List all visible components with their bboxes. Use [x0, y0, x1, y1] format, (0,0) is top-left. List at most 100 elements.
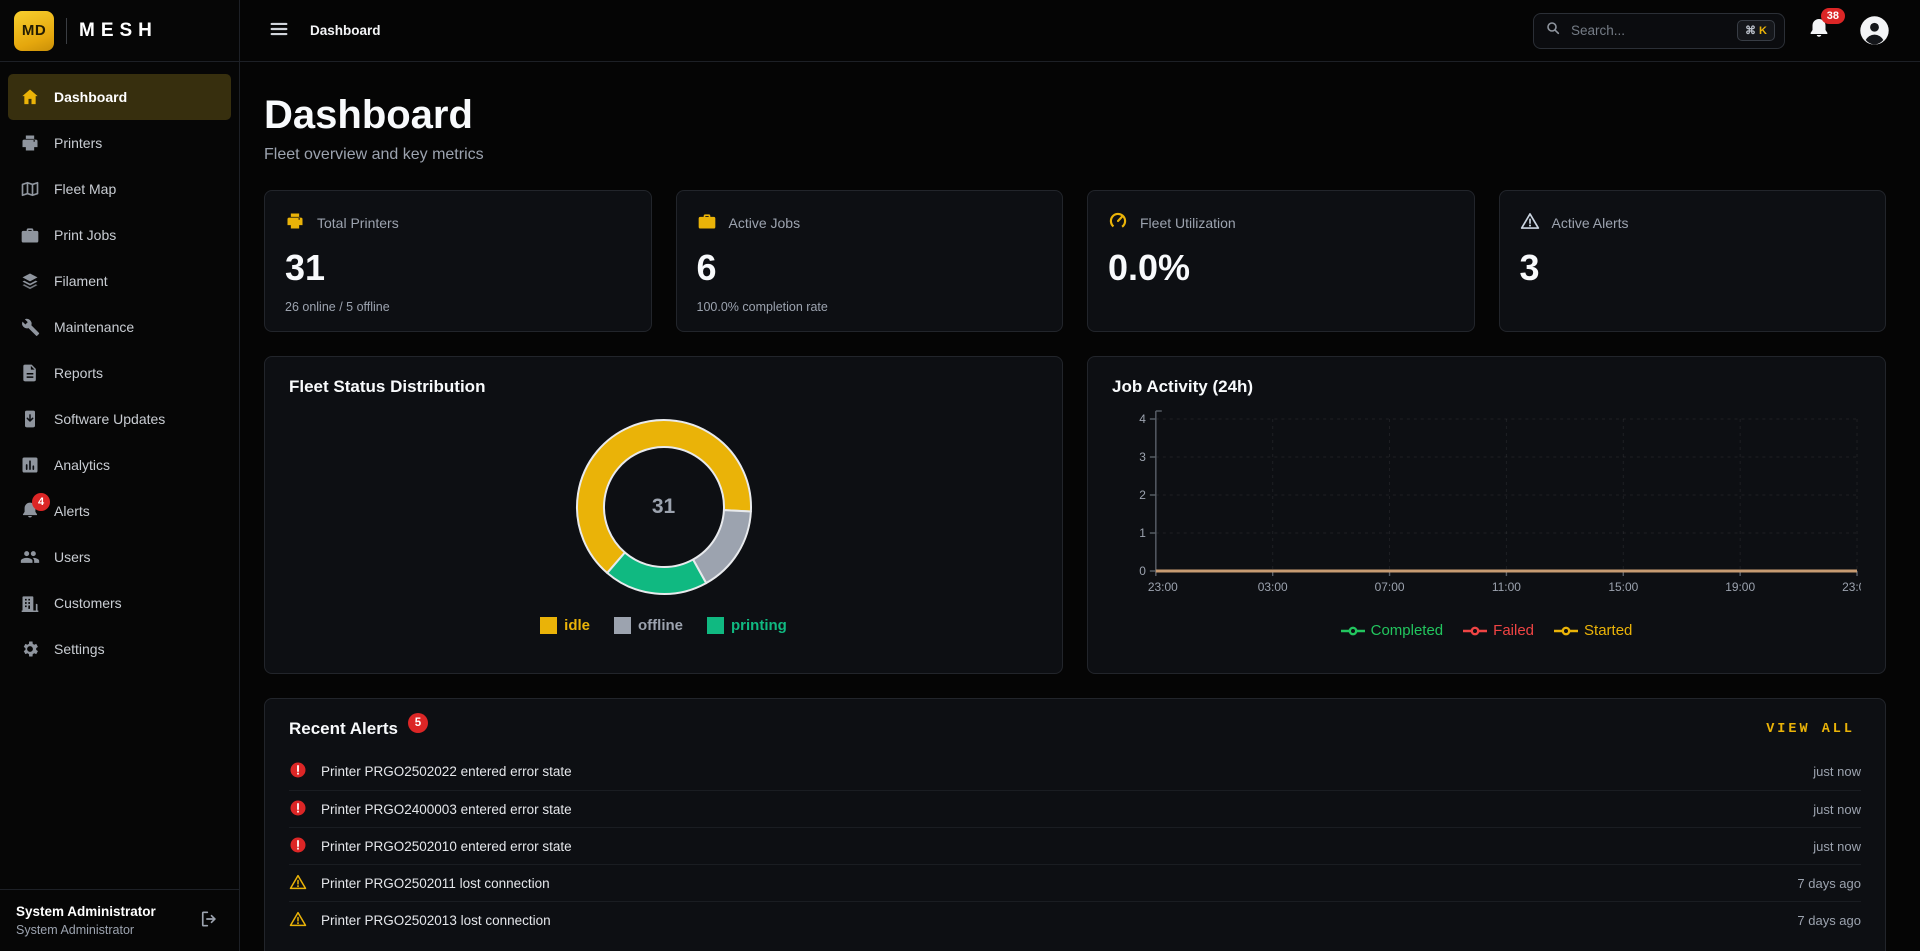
legend-item-offline[interactable]: offline: [614, 617, 683, 634]
legend-item-failed[interactable]: Failed: [1463, 622, 1534, 639]
topbar: Dashboard ⌘ K 38: [240, 0, 1920, 62]
sidebar-item-reports[interactable]: Reports: [8, 350, 231, 396]
sidebar-item-software-updates[interactable]: Software Updates: [8, 396, 231, 442]
recent-alerts-count-badge: 5: [408, 713, 428, 733]
sidebar-item-label: Alerts: [54, 503, 90, 519]
legend-marker: [1341, 626, 1365, 636]
printer-icon: [20, 133, 40, 153]
legend-label: Completed: [1371, 622, 1444, 639]
stat-subtext: [1520, 300, 1866, 314]
sidebar-item-fleet-map[interactable]: Fleet Map: [8, 166, 231, 212]
wrench-icon: [20, 317, 40, 337]
stat-label: Fleet Utilization: [1140, 215, 1236, 231]
building-icon: [20, 593, 40, 613]
user-menu-button[interactable]: [1859, 15, 1890, 46]
alert-row[interactable]: Printer PRGO2502022 entered error state …: [289, 753, 1861, 790]
legend-swatch: [614, 617, 631, 634]
legend-label: printing: [731, 617, 787, 634]
svg-text:4: 4: [1139, 412, 1146, 426]
stat-label: Total Printers: [317, 215, 399, 231]
sidebar-item-alerts[interactable]: 4 Alerts: [8, 488, 231, 534]
stat-value: 0.0%: [1108, 247, 1454, 289]
fleet-status-card: Fleet Status Distribution 31 idleoffline…: [264, 356, 1063, 674]
notifications-button[interactable]: 38: [1807, 17, 1831, 44]
sidebar-item-filament[interactable]: Filament: [8, 258, 231, 304]
legend-item-completed[interactable]: Completed: [1341, 622, 1444, 639]
search-input[interactable]: [1569, 22, 1729, 39]
alert-row[interactable]: Printer PRGO2400003 entered error state …: [289, 790, 1861, 827]
alert-message: Printer PRGO2502010 entered error state: [321, 839, 572, 854]
command-icon: ⌘: [1745, 25, 1756, 37]
stats-row: Total Printers 31 26 online / 5 offline …: [264, 190, 1886, 332]
legend-item-started[interactable]: Started: [1554, 622, 1632, 639]
main-area: Dashboard ⌘ K 38 Dashboard Fleet overvie…: [240, 0, 1920, 951]
printer-icon: [285, 211, 305, 234]
stat-label: Active Alerts: [1552, 215, 1629, 231]
sidebar-item-printers[interactable]: Printers: [8, 120, 231, 166]
alert-message: Printer PRGO2502013 lost connection: [321, 913, 551, 928]
stat-card-fleet-utilization: Fleet Utilization 0.0%: [1087, 190, 1475, 332]
error-circle-icon: [289, 799, 307, 820]
sidebar-item-label: Users: [54, 549, 91, 565]
sidebar-item-label: Fleet Map: [54, 181, 116, 197]
svg-text:19:00: 19:00: [1725, 580, 1755, 594]
sidebar-item-dashboard[interactable]: Dashboard: [8, 74, 231, 120]
page-content: Dashboard Fleet overview and key metrics…: [240, 62, 1920, 951]
error-circle-icon: [289, 836, 307, 857]
page-subtitle: Fleet overview and key metrics: [264, 146, 1886, 164]
sidebar-item-customers[interactable]: Customers: [8, 580, 231, 626]
breadcrumb: Dashboard: [310, 23, 381, 38]
donut-legend: idle offline printing: [289, 617, 1038, 634]
recent-alerts-card: Recent Alerts 5 VIEW ALL Printer PRGO250…: [264, 698, 1886, 951]
gauge-icon: [1108, 211, 1128, 234]
alert-time: just now: [1813, 764, 1861, 779]
stat-label: Active Jobs: [729, 215, 801, 231]
legend-swatch: [540, 617, 557, 634]
svg-text:3: 3: [1139, 450, 1146, 464]
alerts-list: Printer PRGO2502022 entered error state …: [289, 753, 1861, 938]
svg-text:1: 1: [1139, 526, 1146, 540]
svg-text:2: 2: [1139, 488, 1146, 502]
search-box: ⌘ K: [1533, 13, 1785, 49]
hamburger-icon: [268, 28, 290, 43]
device-download-icon: [20, 409, 40, 429]
error-circle-icon: [289, 761, 307, 782]
legend-item-idle[interactable]: idle: [540, 617, 590, 634]
users-icon: [20, 547, 40, 567]
gear-icon: [20, 639, 40, 659]
sidebar-item-label: Settings: [54, 641, 105, 657]
alert-row[interactable]: Printer PRGO2502010 entered error state …: [289, 827, 1861, 864]
donut-center-label: 31: [574, 417, 754, 597]
bell-icon: [1807, 29, 1831, 44]
alert-row[interactable]: Printer PRGO2502013 lost connection 7 da…: [289, 901, 1861, 938]
document-icon: [20, 363, 40, 383]
svg-text:07:00: 07:00: [1375, 580, 1405, 594]
legend-label: Failed: [1493, 622, 1534, 639]
sidebar: MD MESH Dashboard Printers Fleet Map Pri…: [0, 0, 240, 951]
alert-row[interactable]: Printer PRGO2502011 lost connection 7 da…: [289, 864, 1861, 901]
user-role: System Administrator: [16, 923, 156, 937]
alert-time: just now: [1813, 802, 1861, 817]
sidebar-item-maintenance[interactable]: Maintenance: [8, 304, 231, 350]
sidebar-item-print-jobs[interactable]: Print Jobs: [8, 212, 231, 258]
brand-header: MD MESH: [0, 0, 239, 62]
logo-divider: [66, 18, 67, 44]
sidebar-item-users[interactable]: Users: [8, 534, 231, 580]
legend-item-printing[interactable]: printing: [707, 617, 787, 634]
svg-text:15:00: 15:00: [1608, 580, 1638, 594]
sidebar-item-analytics[interactable]: Analytics: [8, 442, 231, 488]
sidebar-nav: Dashboard Printers Fleet Map Print Jobs …: [0, 62, 239, 889]
sidebar-item-label: Dashboard: [54, 89, 127, 105]
alert-message: Printer PRGO2400003 entered error state: [321, 802, 572, 817]
sidebar-item-settings[interactable]: Settings: [8, 626, 231, 672]
sidebar-item-label: Filament: [54, 273, 108, 289]
legend-marker: [1554, 626, 1578, 636]
alert-time: just now: [1813, 839, 1861, 854]
view-all-button[interactable]: VIEW ALL: [1760, 721, 1861, 738]
svg-text:23:00: 23:00: [1148, 580, 1178, 594]
layers-icon: [20, 271, 40, 291]
svg-text:0: 0: [1139, 564, 1146, 578]
logout-button[interactable]: [195, 905, 223, 936]
menu-toggle-button[interactable]: [266, 16, 292, 45]
stat-card-active-jobs: Active Jobs 6 100.0% completion rate: [676, 190, 1064, 332]
